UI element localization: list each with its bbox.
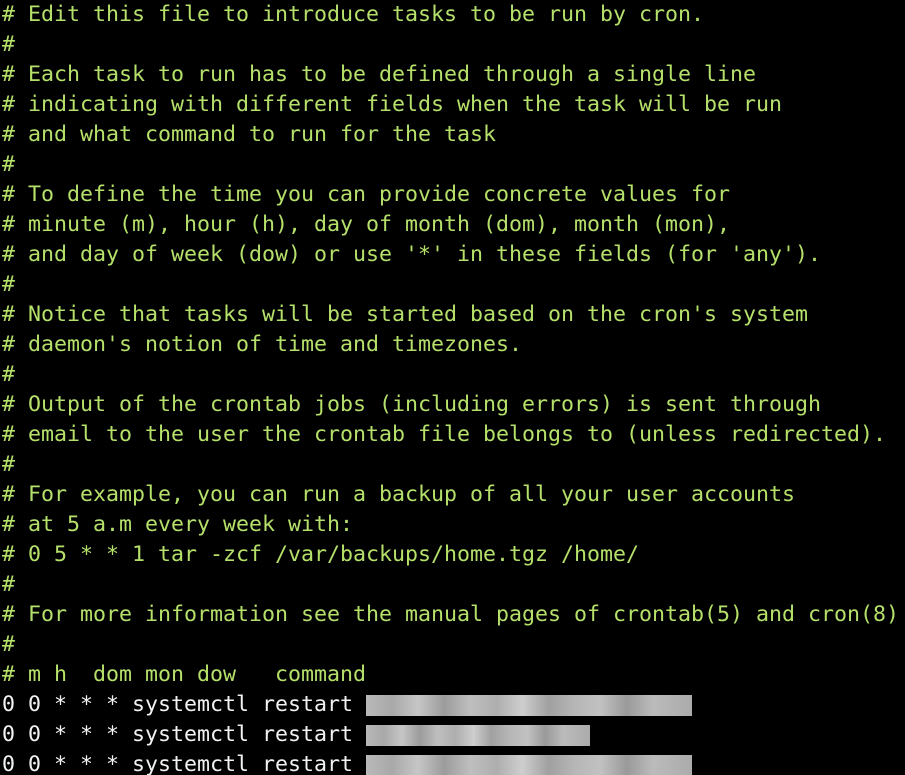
comment-line: # [2, 152, 16, 177]
cron-entry: 0 0 * * * systemctl restart [2, 750, 693, 775]
redacted-service-name [366, 754, 693, 775]
column-header-comment: # m h dom mon dow command [2, 662, 367, 687]
comment-line: # at 5 a.m every week with: [2, 512, 354, 537]
comment-line: # Edit this file to introduce tasks to b… [2, 2, 705, 27]
cron-entry: 0 0 * * * systemctl restart [2, 720, 591, 750]
comment-line: # [2, 272, 16, 297]
comment-line: # [2, 362, 16, 387]
redacted-service-name [366, 694, 693, 716]
terminal-editor[interactable]: # Edit this file to introduce tasks to b… [0, 0, 905, 775]
comment-line: # 0 5 * * 1 tar -zcf /var/backups/home.t… [2, 542, 640, 567]
comment-line: # daemon's notion of time and timezones. [2, 332, 523, 357]
cron-entry: 0 0 * * * systemctl restart [2, 690, 693, 720]
comment-line: # indicating with different fields when … [2, 92, 783, 117]
comment-line: # email to the user the crontab file bel… [2, 422, 887, 447]
comment-line: # For more information see the manual pa… [2, 602, 900, 627]
comment-line: # and what command to run for the task [2, 122, 497, 147]
cron-entry-text: 0 0 * * * systemctl restart [2, 722, 354, 747]
comment-line: # Each task to run has to be defined thr… [2, 62, 757, 87]
comment-line: # [2, 32, 16, 57]
comment-line: # and day of week (dow) or use '*' in th… [2, 242, 822, 267]
comment-line: # For example, you can run a backup of a… [2, 482, 796, 507]
comment-line: # Output of the crontab jobs (including … [2, 392, 822, 417]
cron-entry-text: 0 0 * * * systemctl restart [2, 752, 354, 775]
comment-line: # [2, 632, 16, 657]
comment-line: # [2, 572, 16, 597]
comment-line: # [2, 452, 16, 477]
comment-line: # To define the time you can provide con… [2, 182, 731, 207]
comment-line: # minute (m), hour (h), day of month (do… [2, 212, 731, 237]
comment-line: # Notice that tasks will be started base… [2, 302, 809, 327]
cron-entry-text: 0 0 * * * systemctl restart [2, 692, 354, 717]
redacted-service-name [366, 724, 591, 746]
